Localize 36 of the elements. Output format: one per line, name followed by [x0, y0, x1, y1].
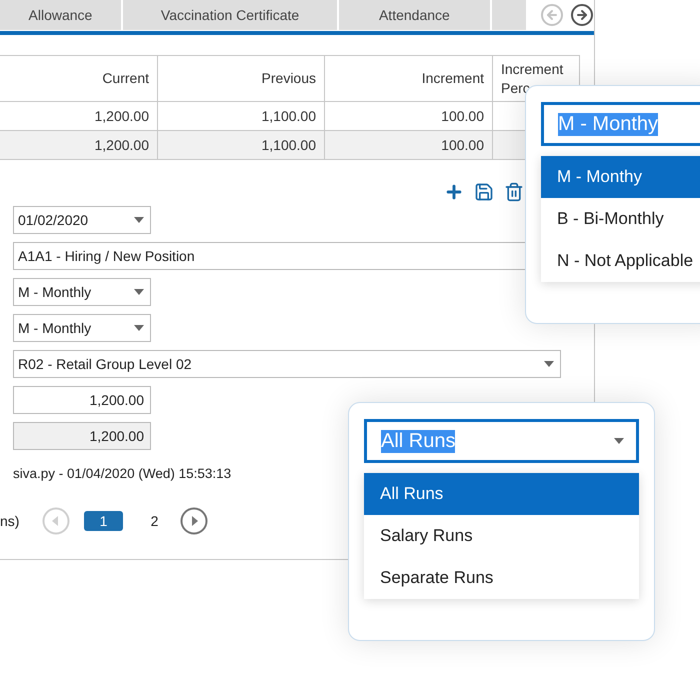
page-button[interactable]: 2 — [135, 511, 174, 531]
trash-icon[interactable] — [504, 182, 524, 202]
table-cell: 1,200.00 — [0, 101, 158, 130]
dropdown-field[interactable]: 01/02/2020 — [13, 206, 151, 234]
dropdown-option[interactable]: All Runs — [364, 473, 639, 515]
input-field[interactable]: 1,200.00 — [13, 386, 151, 414]
input-field[interactable]: 1,200.00 — [13, 422, 151, 450]
caret-icon — [134, 325, 144, 331]
add-icon[interactable] — [444, 182, 464, 202]
caret-icon — [544, 361, 554, 367]
dropdown-field[interactable]: M - Monthly — [13, 314, 151, 342]
page-button[interactable]: 1 — [84, 511, 123, 531]
table-cell: 1,200.00 — [0, 130, 158, 159]
tab[interactable]: Allowance — [0, 0, 123, 30]
pager-label: ns) — [0, 513, 20, 529]
save-icon[interactable] — [474, 182, 494, 202]
caret-icon — [134, 289, 144, 295]
dropdown-option[interactable]: Separate Runs — [364, 557, 639, 599]
tab[interactable]: Vaccination Certificate — [122, 0, 340, 30]
audit-text: siva.py - 01/04/2020 (Wed) 15:53:13 — [13, 466, 232, 481]
dropdown-option[interactable]: M - Monthy — [541, 156, 700, 198]
table-cell: 100.00 — [325, 101, 493, 130]
dropdown-field[interactable]: M - Monthly — [13, 278, 151, 306]
next-page-icon[interactable] — [180, 507, 208, 535]
table-cell: 1,100.00 — [158, 101, 325, 130]
caret-icon — [614, 438, 624, 444]
caret-icon — [134, 217, 144, 223]
selected-value: M - Monthy — [558, 112, 658, 136]
selected-value: All Runs — [381, 430, 456, 452]
arrow-right-icon[interactable] — [570, 3, 594, 27]
table-cell: 1,100.00 — [158, 130, 325, 159]
tab[interactable]: Attendance — [339, 0, 492, 30]
dropdown-option[interactable]: N - Not Applicable — [541, 240, 700, 282]
dropdown-field[interactable]: R02 - Retail Group Level 02 — [13, 350, 561, 378]
dropdown-option[interactable]: Salary Runs — [364, 515, 639, 557]
table-cell: 100.00 — [325, 130, 493, 159]
